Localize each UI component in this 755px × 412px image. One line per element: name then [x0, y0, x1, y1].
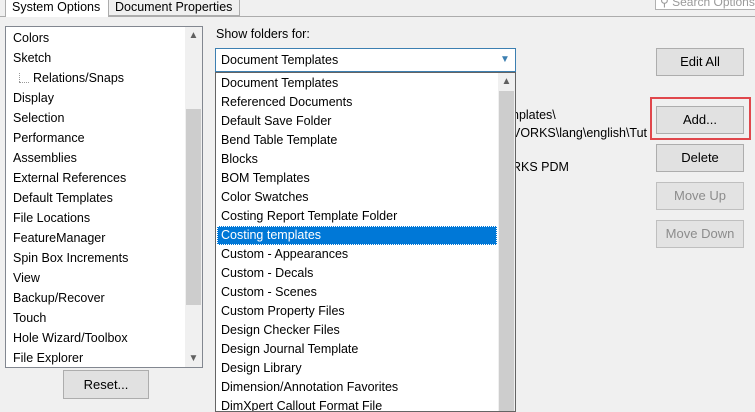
category-scrollbar[interactable]: ▲ ▼: [185, 27, 202, 367]
list-item[interactable]: Performance: [13, 128, 85, 148]
dropdown-option[interactable]: Document Templates: [217, 74, 497, 93]
dropdown-option[interactable]: Custom - Appearances: [217, 245, 497, 264]
dropdown-option[interactable]: Design Library: [217, 359, 497, 378]
move-down-button[interactable]: Move Down: [656, 220, 744, 248]
dropdown-option[interactable]: BOM Templates: [217, 169, 497, 188]
list-item[interactable]: Assemblies: [13, 148, 77, 168]
list-item[interactable]: Relations/Snaps: [33, 68, 124, 88]
dropdown-option[interactable]: Blocks: [217, 150, 497, 169]
add-button[interactable]: Add...: [656, 106, 744, 134]
folder-path: VORKS\lang\english\Tut: [512, 126, 648, 140]
dropdown-scrollbar[interactable]: ▲: [498, 73, 515, 411]
folder-type-select[interactable]: Document Templates ▼: [215, 48, 516, 72]
dropdown-option[interactable]: Custom Property Files: [217, 302, 497, 321]
chevron-down-icon[interactable]: ▼: [495, 49, 515, 71]
list-item[interactable]: Sketch: [13, 48, 51, 68]
list-item[interactable]: Selection: [13, 108, 64, 128]
tree-connector: [19, 82, 29, 83]
dropdown-option-selected[interactable]: Costing templates: [217, 226, 497, 245]
list-item[interactable]: Hole Wizard/Toolbox: [13, 328, 128, 348]
list-item[interactable]: Default Templates: [13, 188, 113, 208]
list-item[interactable]: Touch: [13, 308, 46, 328]
scrollbar-thumb[interactable]: [186, 109, 201, 305]
dropdown-option[interactable]: Referenced Documents: [217, 93, 497, 112]
list-item[interactable]: FeatureManager: [13, 228, 105, 248]
list-item[interactable]: File Locations: [13, 208, 90, 228]
category-list[interactable]: Colors Sketch Relations/Snaps Display Se…: [5, 26, 203, 368]
list-item[interactable]: Colors: [13, 28, 49, 48]
scrollbar-thumb[interactable]: [499, 91, 514, 411]
dropdown-option[interactable]: Custom - Scenes: [217, 283, 497, 302]
folder-type-dropdown[interactable]: Document Templates Referenced Documents …: [215, 72, 516, 412]
list-item[interactable]: Backup/Recover: [13, 288, 105, 308]
search-icon: ⚲: [660, 0, 673, 9]
dropdown-option[interactable]: Costing Report Template Folder: [217, 207, 497, 226]
dropdown-option[interactable]: Bend Table Template: [217, 131, 497, 150]
chevron-up-icon[interactable]: ▲: [498, 73, 515, 90]
dropdown-option[interactable]: DimXpert Callout Format File: [217, 397, 497, 411]
move-up-button[interactable]: Move Up: [656, 182, 744, 210]
list-item[interactable]: External References: [13, 168, 126, 188]
list-item[interactable]: File Explorer: [13, 348, 83, 367]
delete-button[interactable]: Delete: [656, 144, 744, 172]
dropdown-option[interactable]: Default Save Folder: [217, 112, 497, 131]
folder-type-value: Document Templates: [221, 53, 339, 67]
search-input[interactable]: ⚲ Search Options: [655, 0, 755, 10]
list-item[interactable]: Display: [13, 88, 54, 108]
dropdown-option[interactable]: Color Swatches: [217, 188, 497, 207]
reset-button[interactable]: Reset...: [63, 370, 149, 399]
dropdown-option[interactable]: Design Journal Template: [217, 340, 497, 359]
tab-system-options[interactable]: System Options: [5, 0, 109, 17]
edit-all-button[interactable]: Edit All: [656, 48, 744, 76]
folder-path: RKS PDM: [512, 160, 569, 174]
chevron-down-icon[interactable]: ▼: [185, 350, 202, 367]
show-folders-label: Show folders for:: [216, 27, 310, 41]
tree-connector: [19, 73, 20, 82]
list-item[interactable]: View: [13, 268, 40, 288]
dropdown-option[interactable]: Design Checker Files: [217, 321, 497, 340]
dropdown-option[interactable]: Custom - Decals: [217, 264, 497, 283]
dropdown-option[interactable]: Dimension/Annotation Favorites: [217, 378, 497, 397]
chevron-up-icon[interactable]: ▲: [185, 27, 202, 44]
list-item[interactable]: Spin Box Increments: [13, 248, 128, 268]
tab-document-properties[interactable]: Document Properties: [108, 0, 240, 16]
folder-path: nplates\: [512, 108, 556, 122]
tab-divider: [0, 16, 755, 17]
